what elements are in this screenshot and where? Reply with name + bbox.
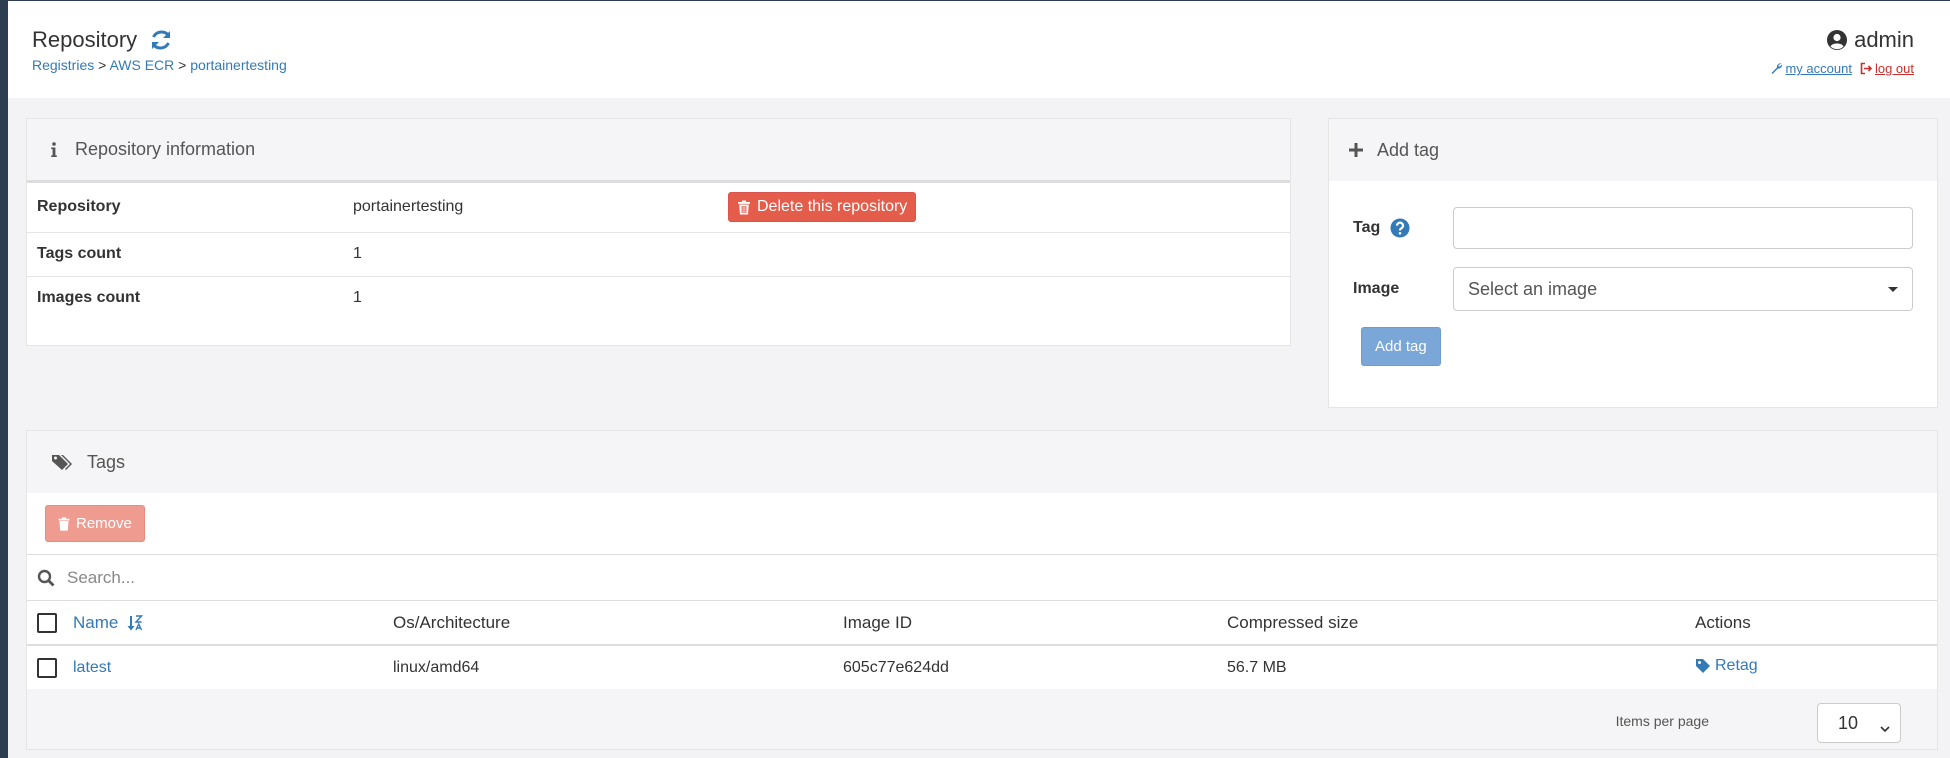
info-label: Images count	[27, 275, 343, 320]
log-out-link[interactable]: log out	[1860, 61, 1914, 76]
info-value: portainertesting	[343, 181, 718, 232]
breadcrumb-registry[interactable]: AWS ECR	[109, 57, 174, 73]
my-account-link[interactable]: my account	[1770, 61, 1852, 76]
add-tag-header: Add tag	[1329, 119, 1937, 181]
breadcrumb: Registries > AWS ECR > portainertesting	[32, 57, 287, 73]
info-empty-cell	[718, 231, 1290, 276]
info-label: Tags count	[27, 231, 343, 276]
remove-button[interactable]: Remove	[45, 505, 145, 542]
breadcrumb-separator: >	[178, 57, 187, 73]
repository-info-panel: Repository information Repository portai…	[26, 118, 1291, 346]
sidebar-edge	[0, 0, 8, 758]
image-select-placeholder: Select an image	[1468, 278, 1598, 299]
user-menu: admin my account log out	[1770, 27, 1914, 76]
tags-title: Tags	[87, 451, 126, 472]
repository-info-header: Repository information	[27, 119, 1290, 181]
user-name-text: admin	[1854, 27, 1914, 52]
page: Repository Registries > AWS ECR > portai…	[8, 0, 1950, 758]
breadcrumb-repository[interactable]: portainertesting	[190, 57, 287, 73]
tags-table: Name Os/Architecture Image ID Compressed…	[27, 601, 1937, 689]
sort-alpha-icon	[127, 615, 144, 631]
plus-icon	[1347, 141, 1365, 159]
info-value: 1	[343, 275, 718, 320]
add-tag-title: Add tag	[1377, 139, 1440, 160]
log-out-text: log out	[1874, 61, 1914, 76]
page-title-text: Repository	[32, 27, 138, 52]
tags-toolbar: Remove	[27, 493, 1937, 555]
info-row-images-count: Images count 1	[27, 275, 1290, 320]
breadcrumb-registries[interactable]: Registries	[32, 57, 94, 73]
tags-icon	[51, 453, 75, 471]
repository-info-title: Repository information	[75, 139, 256, 159]
add-tag-button[interactable]: Add tag	[1361, 327, 1441, 366]
breadcrumb-separator: >	[98, 57, 107, 73]
trash-icon	[58, 516, 70, 531]
row-checkbox[interactable]	[37, 657, 57, 678]
table-row: latest linux/amd64 605c77e624dd 56.7 MB	[27, 645, 1937, 689]
column-os-arch: Os/Architecture	[393, 601, 843, 646]
search-input[interactable]	[67, 567, 667, 588]
compressed-size-cell: 56.7 MB	[1227, 658, 1287, 676]
items-per-page-label: Items per page	[1615, 713, 1709, 729]
info-empty-cell	[718, 275, 1290, 320]
tag-input[interactable]	[1453, 207, 1913, 249]
page-header: Repository Registries > AWS ECR > portai…	[8, 0, 1950, 98]
sign-out-icon	[1860, 62, 1873, 75]
column-name[interactable]: Name	[73, 601, 393, 646]
tags-header: Tags	[27, 431, 1937, 493]
info-action-cell: Delete this repository	[718, 181, 1290, 232]
question-circle-icon[interactable]	[1390, 218, 1410, 238]
add-tag-panel: Add tag Tag Image Select an image Add ta…	[1328, 118, 1938, 408]
column-image-id: Image ID	[843, 601, 1227, 646]
wrench-icon	[1770, 62, 1783, 75]
info-icon	[45, 141, 63, 159]
tag-label-text: Tag	[1353, 219, 1381, 236]
column-actions: Actions	[1695, 601, 1937, 646]
page-title: Repository	[32, 27, 173, 53]
info-label: Repository	[27, 181, 343, 232]
refresh-icon[interactable]	[149, 28, 173, 52]
select-all-checkbox[interactable]	[37, 612, 57, 633]
search-bar	[27, 555, 1937, 601]
retag-label: Retag	[1715, 656, 1758, 674]
remove-label: Remove	[76, 515, 132, 532]
image-label: Image	[1353, 280, 1400, 297]
items-per-page-select[interactable]: 10	[1817, 703, 1901, 743]
row-select-cell	[27, 645, 73, 689]
tag-form-row: Tag	[1353, 207, 1913, 249]
info-row-tags-count: Tags count 1	[27, 231, 1290, 276]
column-compressed-size: Compressed size	[1227, 601, 1695, 646]
info-value: 1	[343, 231, 718, 276]
tag-name-cell: latest	[73, 645, 393, 689]
table-footer: Items per page 10	[27, 689, 1937, 751]
tag-label: Tag	[1353, 218, 1453, 238]
info-row-repository: Repository portainertesting Delete this …	[27, 181, 1290, 232]
tag-icon	[1695, 658, 1711, 674]
items-per-page-value: 10	[1838, 712, 1859, 733]
user-circle-icon	[1826, 29, 1848, 51]
user-links: my account log out	[1770, 61, 1914, 76]
delete-repository-button[interactable]: Delete this repository	[728, 192, 917, 223]
search-icon	[37, 569, 55, 587]
caret-down-icon	[1888, 286, 1898, 292]
delete-repository-label: Delete this repository	[757, 198, 908, 216]
sort-by-name-link[interactable]: Name	[73, 612, 144, 632]
tags-panel: Tags Remove Search... Name Os/Architectu…	[26, 430, 1938, 750]
user-name: admin	[1770, 27, 1914, 53]
image-id-cell: 605c77e624dd	[843, 658, 949, 676]
image-form-row: Image Select an image	[1353, 267, 1913, 311]
column-name-label: Name	[73, 612, 119, 632]
tag-name-link[interactable]: latest	[73, 659, 111, 676]
chevron-down-icon	[1880, 718, 1890, 733]
retag-link[interactable]: Retag	[1695, 657, 1758, 675]
my-account-text: my account	[1785, 61, 1852, 76]
select-all-cell	[27, 601, 73, 646]
os-arch-cell: linux/amd64	[393, 658, 480, 676]
tags-table-header: Name Os/Architecture Image ID Compressed…	[27, 601, 1937, 646]
trash-icon	[737, 200, 751, 215]
image-select[interactable]: Select an image	[1453, 267, 1913, 311]
actions-cell: Retag	[1695, 645, 1937, 689]
repository-info-table: Repository portainertesting Delete this …	[27, 181, 1290, 320]
